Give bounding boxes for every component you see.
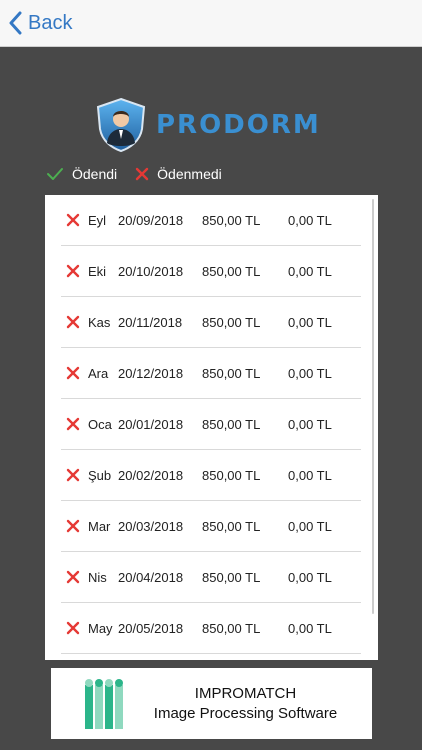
- month-label: May: [88, 620, 113, 636]
- month-label: Eyl: [88, 212, 107, 228]
- due-amount: 850,00 TL: [202, 620, 261, 636]
- month-label: Oca: [88, 416, 112, 432]
- due-amount: 850,00 TL: [202, 518, 261, 534]
- list-item[interactable]: Nis 20/04/2018 850,00 TL 0,00 TL: [61, 552, 361, 603]
- due-amount: 850,00 TL: [202, 569, 261, 585]
- due-date: 20/02/2018: [118, 467, 184, 483]
- list-item[interactable]: Kas 20/11/2018 850,00 TL 0,00 TL: [61, 297, 361, 348]
- paid-amount: 0,00 TL: [288, 263, 332, 279]
- legend-paid-label: Ödendi: [72, 166, 118, 182]
- due-date: 20/04/2018: [118, 569, 184, 585]
- list-item[interactable]: Şub 20/02/2018 850,00 TL 0,00 TL: [61, 450, 361, 501]
- due-amount: 850,00 TL: [202, 365, 261, 381]
- legend-unpaid-label: Ödenmedi: [157, 166, 222, 182]
- list-item[interactable]: Oca 20/01/2018 850,00 TL 0,00 TL: [61, 399, 361, 450]
- x-icon: [66, 213, 80, 227]
- month-label: Kas: [88, 314, 111, 330]
- list-item[interactable]: Ara 20/12/2018 850,00 TL 0,00 TL: [61, 348, 361, 399]
- back-label: Back: [28, 11, 73, 34]
- list-item[interactable]: Eyl 20/09/2018 850,00 TL 0,00 TL: [61, 195, 361, 246]
- due-amount: 850,00 TL: [202, 314, 261, 330]
- banner-company: IMPROMATCH: [194, 684, 297, 702]
- month-label: Eki: [88, 263, 107, 279]
- chevron-left-icon: [9, 11, 22, 35]
- list-item[interactable]: May 20/05/2018 850,00 TL 0,00 TL: [61, 603, 361, 654]
- banner-tagline: Image Processing Software: [153, 704, 338, 722]
- due-amount: 850,00 TL: [202, 416, 261, 432]
- banner-text: IMPROMATCH Image Processing Software: [129, 684, 372, 724]
- paid-amount: 0,00 TL: [288, 518, 332, 534]
- x-icon: [66, 417, 80, 431]
- sponsor-banner[interactable]: IMPROMATCH Image Processing Software: [51, 668, 372, 739]
- brand-name: PRODORM: [156, 110, 321, 140]
- list-item[interactable]: Eki 20/10/2018 850,00 TL 0,00 TL: [61, 246, 361, 297]
- paid-amount: 0,00 TL: [288, 467, 332, 483]
- month-label: Nis: [88, 569, 107, 585]
- due-date: 20/12/2018: [118, 365, 184, 381]
- due-date: 20/05/2018: [118, 620, 184, 636]
- due-date: 20/01/2018: [118, 416, 184, 432]
- due-amount: 850,00 TL: [202, 263, 261, 279]
- back-button[interactable]: Back: [8, 8, 72, 38]
- check-icon: [47, 168, 63, 180]
- list-item[interactable]: Mar 20/03/2018 850,00 TL 0,00 TL: [61, 501, 361, 552]
- impromatch-logo-icon: [85, 678, 123, 729]
- x-icon: [66, 468, 80, 482]
- due-date: 20/11/2018: [118, 314, 183, 330]
- paid-amount: 0,00 TL: [288, 569, 332, 585]
- due-date: 20/09/2018: [118, 212, 184, 228]
- scrollbar[interactable]: [372, 199, 374, 614]
- navigation-bar: Back: [0, 0, 422, 47]
- due-amount: 850,00 TL: [202, 467, 261, 483]
- x-icon: [66, 621, 80, 635]
- x-icon: [135, 167, 149, 181]
- paid-amount: 0,00 TL: [288, 365, 332, 381]
- x-icon: [66, 366, 80, 380]
- paid-amount: 0,00 TL: [288, 212, 332, 228]
- x-icon: [66, 570, 80, 584]
- due-amount: 850,00 TL: [202, 212, 261, 228]
- month-label: Mar: [88, 518, 111, 534]
- x-icon: [66, 519, 80, 533]
- payment-list[interactable]: Eyl 20/09/2018 850,00 TL 0,00 TL Eki 20/…: [45, 195, 378, 660]
- status-legend: Ödendi Ödenmedi: [46, 163, 222, 185]
- paid-amount: 0,00 TL: [288, 314, 332, 330]
- paid-amount: 0,00 TL: [288, 620, 332, 636]
- month-label: Ara: [88, 365, 109, 381]
- paid-amount: 0,00 TL: [288, 416, 332, 432]
- x-icon: [66, 264, 80, 278]
- x-icon: [66, 315, 80, 329]
- due-date: 20/03/2018: [118, 518, 184, 534]
- due-date: 20/10/2018: [118, 263, 184, 279]
- brand-logo: PRODORM: [94, 96, 321, 154]
- shield-person-icon: [96, 97, 146, 153]
- month-label: Şub: [88, 467, 112, 483]
